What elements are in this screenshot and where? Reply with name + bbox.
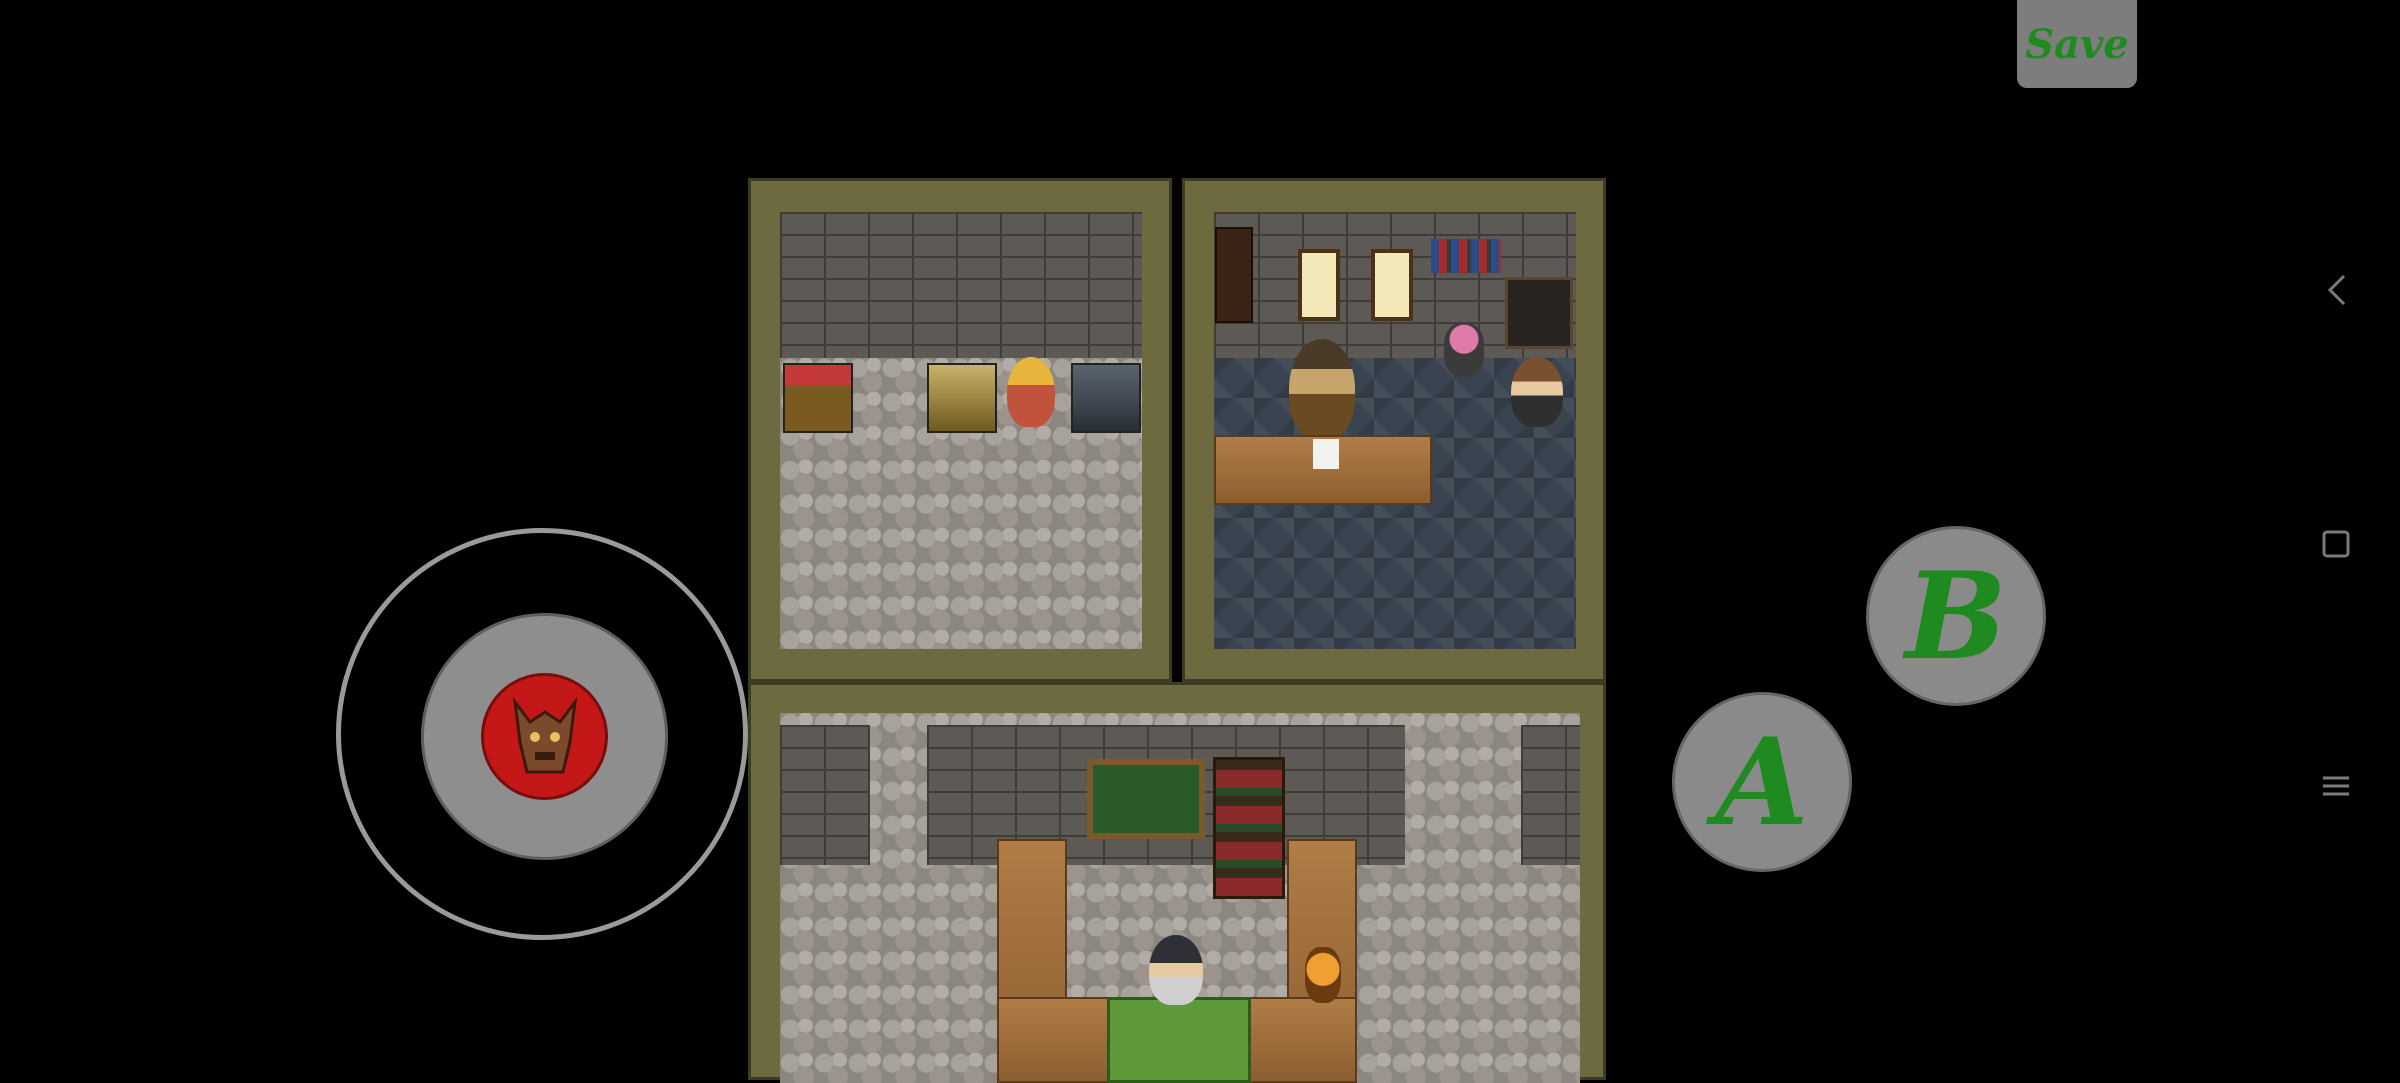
bearded-npc-sprite[interactable]: [1149, 935, 1203, 1005]
hamburger-icon[interactable]: [2320, 766, 2352, 812]
game-map: [748, 178, 1606, 1083]
grandfather-clock[interactable]: [1215, 227, 1253, 323]
square-icon[interactable]: [2320, 524, 2352, 570]
steel-chest[interactable]: [1071, 363, 1141, 433]
storage-room: [748, 178, 1172, 682]
green-tablecloth: [1107, 997, 1251, 1083]
brick-wall: [780, 725, 870, 865]
window: [1371, 249, 1413, 321]
brick-wall: [1521, 725, 1580, 865]
flower-pot[interactable]: [1444, 323, 1484, 377]
oil-lamp: [1305, 947, 1341, 1003]
joystick-knob[interactable]: [481, 673, 608, 800]
paper-document[interactable]: [1313, 439, 1339, 469]
a-button[interactable]: A: [1672, 692, 1852, 872]
save-button[interactable]: Save: [2017, 0, 2137, 88]
gold-chest[interactable]: [927, 363, 997, 433]
demon-icon: [512, 696, 577, 773]
b-button[interactable]: B: [1866, 526, 2046, 706]
brick-wall: [780, 212, 1142, 358]
chevron-left-icon[interactable]: [2322, 270, 2352, 320]
a-button-label: A: [1715, 711, 1809, 853]
officer-npc-sprite[interactable]: [1289, 339, 1355, 439]
b-button-label: B: [1905, 545, 2007, 687]
reception-room: [748, 682, 1606, 1083]
wall-bookshelf[interactable]: [1431, 239, 1501, 273]
blonde-npc-sprite[interactable]: [1007, 357, 1055, 427]
office-room: [1182, 178, 1606, 682]
red-chest[interactable]: [783, 363, 853, 433]
window: [1298, 249, 1340, 321]
soldier-npc-sprite[interactable]: [1511, 357, 1563, 427]
bookcase[interactable]: [1213, 757, 1285, 899]
cabinet[interactable]: [1505, 277, 1573, 349]
notice-board[interactable]: [1087, 759, 1205, 839]
